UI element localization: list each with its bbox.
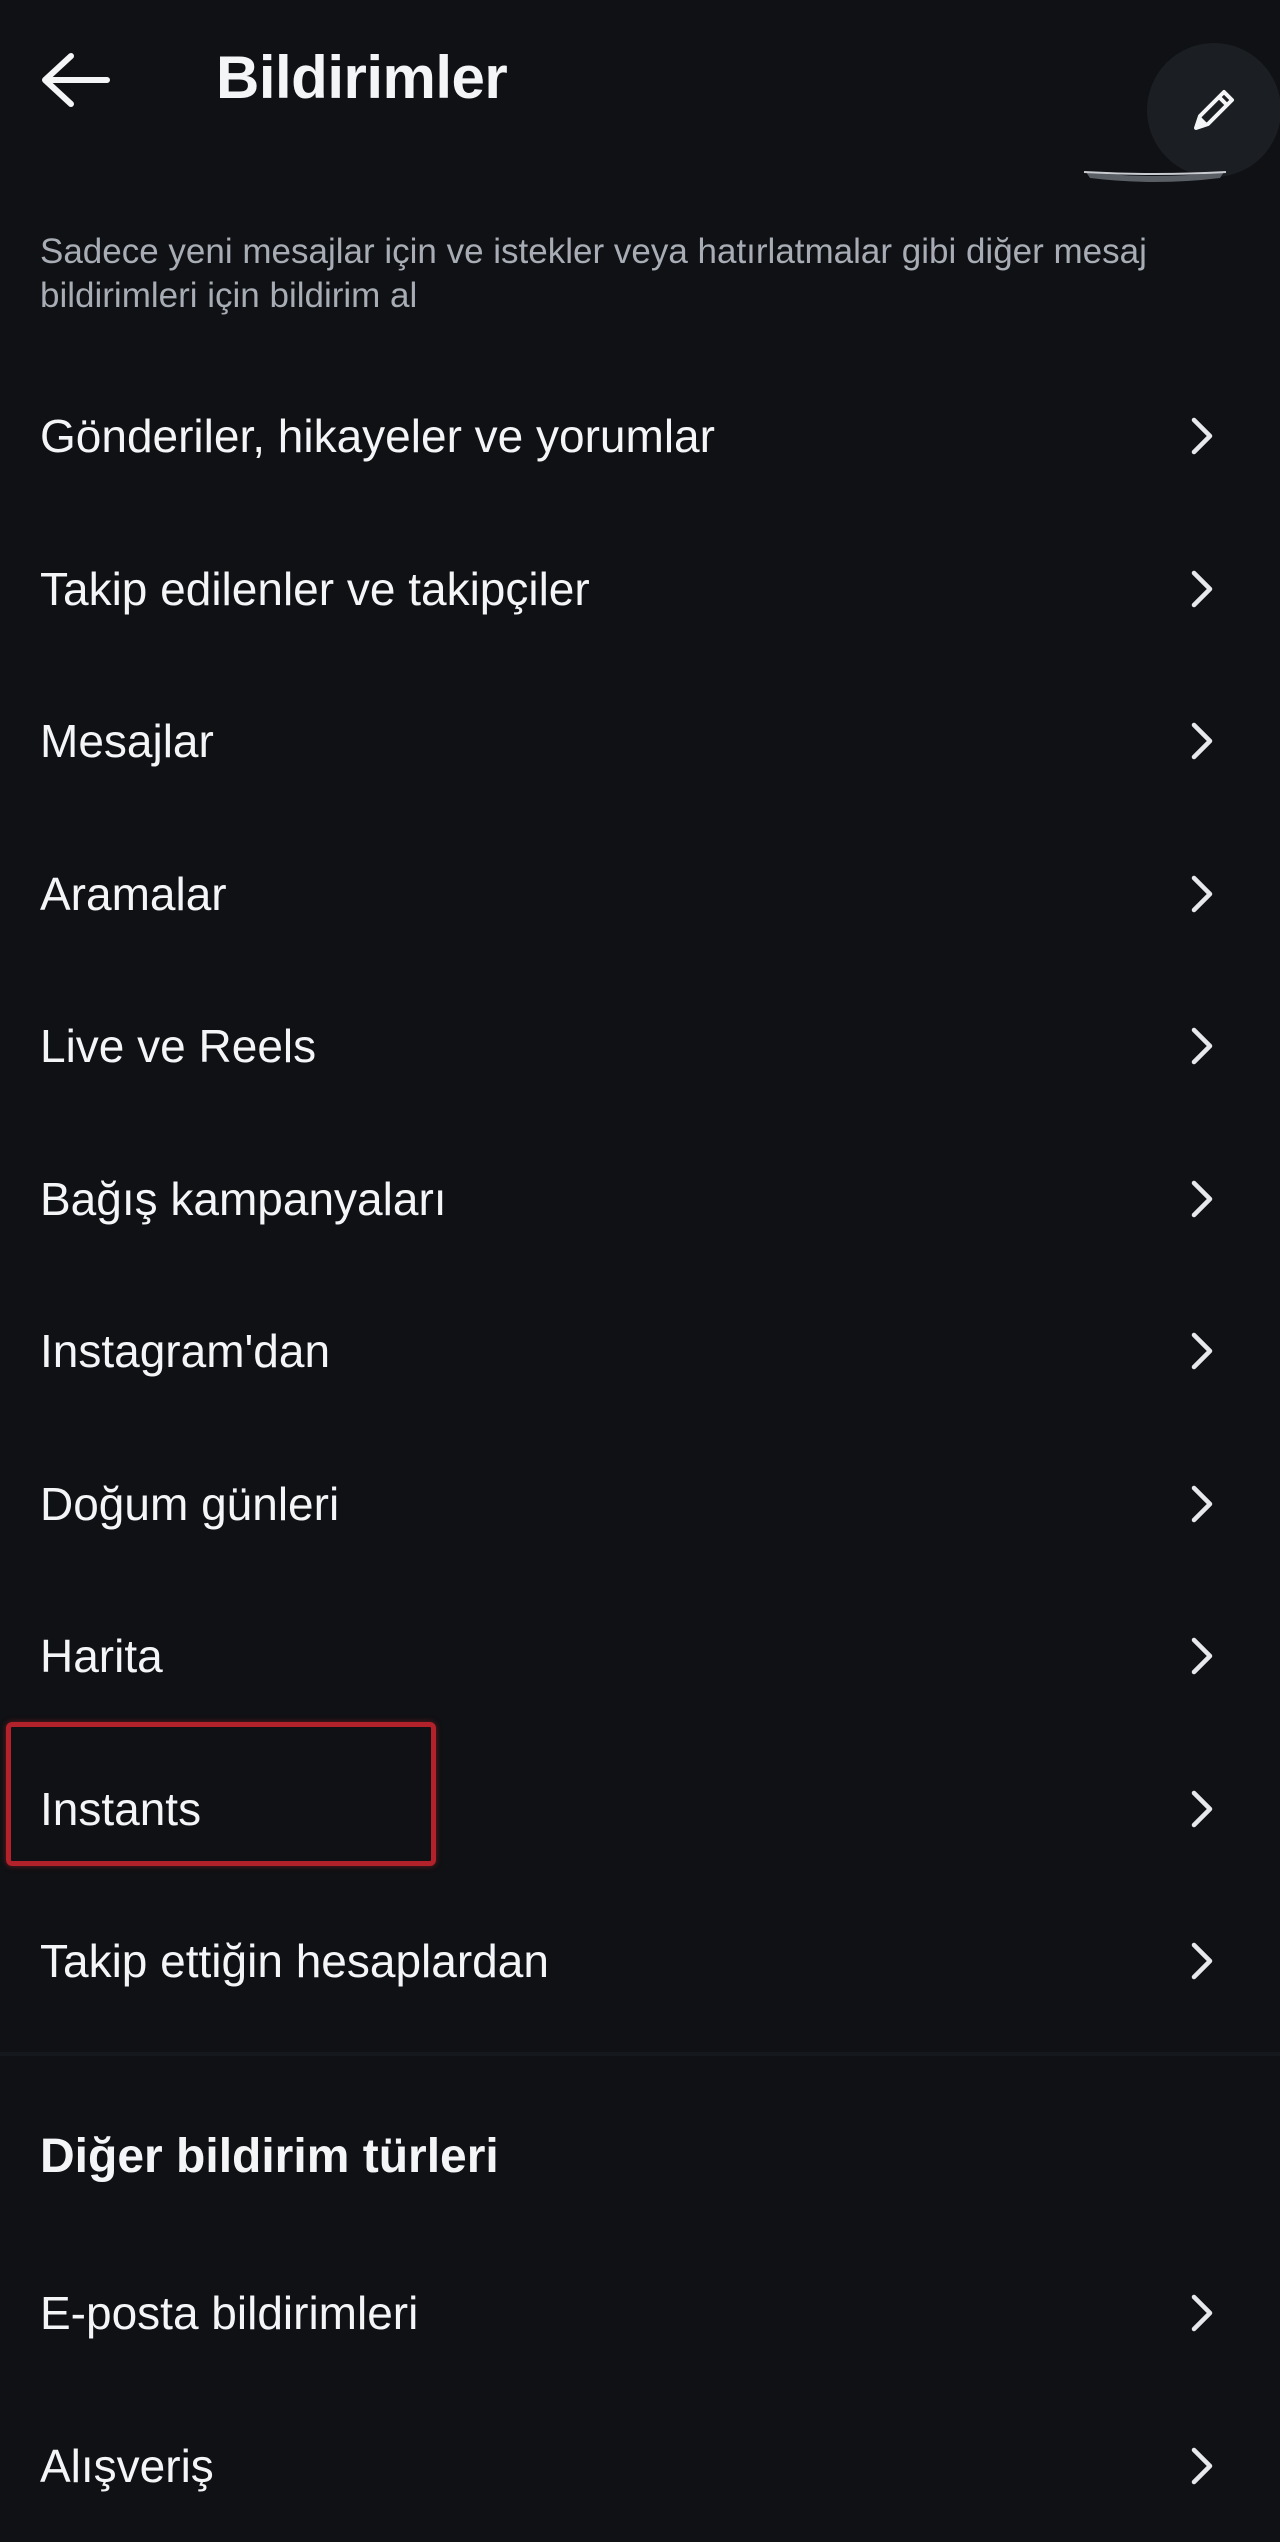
settings-item-label: Aramalar — [40, 864, 227, 924]
settings-item-label: Gönderiler, hikayeler ve yorumlar — [40, 406, 715, 466]
pencil-icon — [1188, 84, 1240, 136]
compose-area — [1080, 26, 1270, 196]
settings-item-instants[interactable]: Instants — [0, 1733, 1280, 1886]
chevron-right-icon — [1180, 1931, 1224, 1991]
settings-item-label: Instagram'dan — [40, 1321, 330, 1381]
settings-item-posts-stories-comments[interactable]: Gönderiler, hikayeler ve yorumlar — [0, 360, 1280, 513]
settings-item-shopping[interactable]: Alışveriş — [0, 2390, 1280, 2542]
settings-item-from-instagram[interactable]: Instagram'dan — [0, 1275, 1280, 1428]
compose-shadow-decoration — [1080, 166, 1230, 186]
settings-item-accounts-you-follow[interactable]: Takip ettiğin hesaplardan — [0, 1885, 1280, 2038]
section-divider — [0, 2052, 1280, 2056]
chevron-right-icon — [1180, 1016, 1224, 1076]
settings-item-fundraisers[interactable]: Bağış kampanyaları — [0, 1123, 1280, 1276]
settings-item-label: Takip edilenler ve takipçiler — [40, 559, 590, 619]
settings-item-messages[interactable]: Mesajlar — [0, 665, 1280, 818]
arrow-left-icon — [39, 52, 111, 108]
chevron-right-icon — [1180, 711, 1224, 771]
page-title: Bildirimler — [216, 38, 507, 118]
settings-item-birthdays[interactable]: Doğum günleri — [0, 1428, 1280, 1581]
chevron-right-icon — [1180, 1169, 1224, 1229]
chevron-right-icon — [1180, 1321, 1224, 1381]
settings-item-label: Takip ettiğin hesaplardan — [40, 1931, 549, 1991]
chevron-right-icon — [1180, 1626, 1224, 1686]
compose-button[interactable] — [1147, 43, 1280, 177]
settings-item-label: Instants — [40, 1779, 201, 1839]
chevron-right-icon — [1180, 559, 1224, 619]
notification-description: Sadece yeni mesajlar için ve istekler ve… — [40, 230, 1240, 318]
chevron-right-icon — [1180, 2283, 1224, 2343]
settings-item-label: Live ve Reels — [40, 1016, 316, 1076]
settings-item-map[interactable]: Harita — [0, 1580, 1280, 1733]
settings-item-label: E-posta bildirimleri — [40, 2283, 418, 2343]
settings-item-label: Bağış kampanyaları — [40, 1169, 447, 1229]
back-button[interactable] — [30, 40, 120, 120]
other-notifications-section-title: Diğer bildirim türleri — [40, 2124, 499, 2190]
settings-item-following-followers[interactable]: Takip edilenler ve takipçiler — [0, 513, 1280, 666]
settings-item-label: Mesajlar — [40, 711, 214, 771]
chevron-right-icon — [1180, 1779, 1224, 1839]
settings-item-label: Harita — [40, 1626, 163, 1686]
notification-settings-list: Gönderiler, hikayeler ve yorumlar Takip … — [0, 360, 1280, 2038]
header: Bildirimler — [0, 0, 1280, 160]
chevron-right-icon — [1180, 1474, 1224, 1534]
settings-item-label: Alışveriş — [40, 2436, 214, 2496]
settings-item-calls[interactable]: Aramalar — [0, 818, 1280, 971]
other-notification-types-list: E-posta bildirimleri Alışveriş — [0, 2237, 1280, 2542]
settings-item-live-reels[interactable]: Live ve Reels — [0, 970, 1280, 1123]
chevron-right-icon — [1180, 864, 1224, 924]
chevron-right-icon — [1180, 2436, 1224, 2496]
settings-item-email-notifications[interactable]: E-posta bildirimleri — [0, 2237, 1280, 2390]
settings-item-label: Doğum günleri — [40, 1474, 339, 1534]
chevron-right-icon — [1180, 406, 1224, 466]
